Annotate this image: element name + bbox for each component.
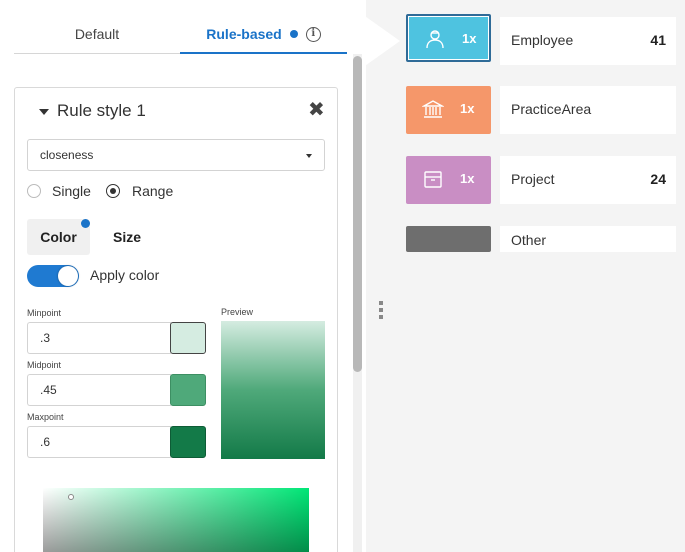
category-project-multiplier: 1x: [460, 171, 475, 186]
minpoint-input[interactable]: .3: [27, 322, 171, 354]
category-practicearea-box[interactable]: 1x: [406, 86, 491, 134]
style-panel: Default Rule-based i Rule style 1 ✖ close…: [0, 0, 366, 552]
info-icon[interactable]: i: [305, 26, 321, 42]
category-project-row[interactable]: Project 24: [500, 156, 676, 204]
user-icon: [426, 30, 444, 49]
tab-rule-based-label: Rule-based: [206, 26, 282, 42]
category-employee-row[interactable]: Employee 41: [500, 17, 676, 65]
apply-color-toggle[interactable]: [27, 265, 79, 287]
category-employee-name: Employee: [511, 32, 574, 48]
category-employee-count: 41: [650, 32, 666, 48]
midpoint-label: Midpoint: [27, 360, 62, 370]
category-employee-box[interactable]: 1x: [406, 14, 491, 62]
apply-color-label: Apply color: [90, 267, 160, 283]
category-project-name: Project: [511, 171, 555, 187]
radio-range[interactable]: [106, 184, 120, 198]
scrollbar-thumb[interactable]: [353, 56, 362, 372]
midpoint-swatch[interactable]: [170, 374, 206, 406]
tab-default[interactable]: Default: [14, 16, 180, 54]
category-practicearea-multiplier: 1x: [460, 101, 475, 116]
category-project-box[interactable]: 1x: [406, 156, 491, 204]
rule-style-title: Rule style 1: [57, 101, 146, 120]
midpoint-input[interactable]: .45: [27, 374, 171, 406]
close-icon[interactable]: ✖: [308, 97, 325, 122]
radio-range-label: Range: [132, 183, 174, 199]
maxpoint-input[interactable]: .6: [27, 426, 171, 458]
preview-label: Preview: [221, 307, 254, 317]
bank-icon: [422, 100, 444, 118]
maxpoint-swatch[interactable]: [170, 426, 206, 458]
chevron-down-icon: [306, 154, 312, 158]
toggle-knob: [58, 266, 78, 286]
property-select-value: closeness: [40, 148, 94, 162]
maxpoint-label: Maxpoint: [27, 412, 64, 422]
category-project-count: 24: [650, 171, 666, 187]
minpoint-label: Minpoint: [27, 308, 62, 318]
category-other-row[interactable]: Other: [500, 226, 676, 252]
subtab-size[interactable]: Size: [113, 219, 141, 255]
active-dot-icon: [289, 30, 298, 39]
gradient-preview: [221, 321, 325, 459]
property-select[interactable]: closeness: [27, 139, 325, 171]
color-picker-handle[interactable]: [68, 494, 74, 500]
category-other-name: Other: [511, 232, 547, 248]
tab-rule-based[interactable]: Rule-based i: [180, 16, 347, 54]
radio-single[interactable]: [27, 184, 41, 198]
collapse-caret-icon[interactable]: [39, 109, 49, 115]
category-other-box[interactable]: [406, 226, 491, 252]
minpoint-swatch[interactable]: [170, 322, 206, 354]
selection-pointer-icon: [362, 14, 400, 68]
rule-style-card: Rule style 1 ✖ closeness Single Range Co…: [14, 87, 338, 552]
color-picker-area[interactable]: [43, 488, 309, 552]
resize-grip-icon[interactable]: [379, 301, 383, 323]
app-root: Default Rule-based i Rule style 1 ✖ close…: [0, 0, 685, 552]
radio-single-label: Single: [52, 183, 91, 199]
category-practicearea-name: PracticeArea: [511, 101, 592, 117]
style-tabs: Default Rule-based i: [14, 16, 347, 54]
subtab-color-dot-icon: [81, 219, 90, 228]
category-practicearea-row[interactable]: PracticeArea: [500, 86, 676, 134]
category-employee-multiplier: 1x: [462, 31, 477, 46]
box-icon: [424, 171, 442, 188]
